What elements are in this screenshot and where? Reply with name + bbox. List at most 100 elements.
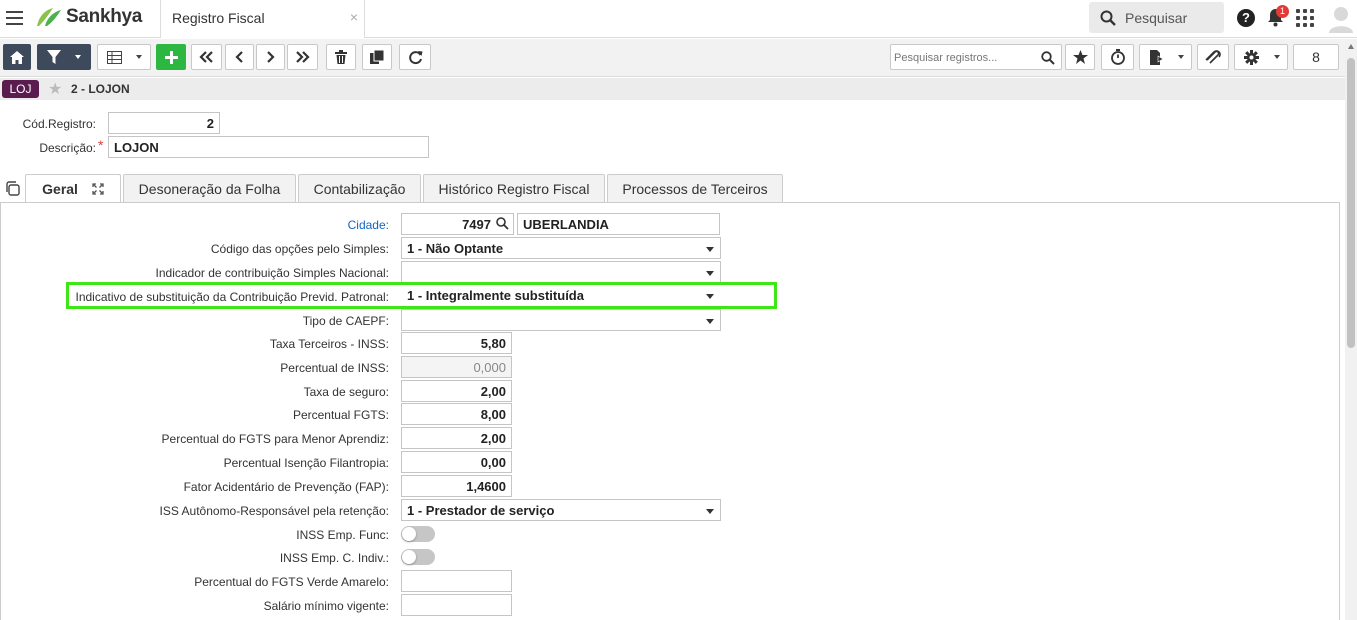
first-record-button[interactable] (191, 44, 222, 70)
home-button[interactable] (3, 44, 31, 70)
next-record-button[interactable] (256, 44, 285, 70)
brand-name: Sankhya (66, 6, 143, 27)
home-icon (10, 50, 24, 64)
page-scrollbar[interactable] (1345, 40, 1357, 620)
refresh-icon (408, 50, 422, 64)
record-title: 2 - LOJON (71, 82, 130, 96)
chevron-right-icon (267, 51, 275, 63)
grid-view-button[interactable] (97, 44, 151, 70)
add-record-button[interactable] (156, 44, 186, 70)
salario-label: Salário mínimo vigente: (263, 599, 389, 613)
caepf-select[interactable] (401, 309, 721, 331)
user-avatar-icon[interactable] (1328, 5, 1354, 33)
last-record-button[interactable] (287, 44, 318, 70)
grid-view-dropdown-icon (136, 55, 142, 59)
close-tab-icon[interactable]: × (350, 9, 358, 25)
caepf-label: Tipo de CAEPF: (302, 314, 389, 328)
tab-processos-terceiros[interactable]: Processos de Terceiros (607, 174, 783, 203)
gear-icon (1244, 49, 1259, 65)
cod-registro-label: Cód.Registro: (22, 117, 96, 131)
cidade-name-field: UBERLANDIA (517, 213, 720, 235)
perc-isencao-label: Percentual Isenção Filantropia: (223, 456, 389, 470)
chevron-down-icon (706, 319, 714, 324)
salario-field[interactable] (401, 594, 512, 616)
records-search-placeholder: Pesquisar registros... (894, 52, 998, 64)
scroll-up-arrow-icon[interactable] (1348, 44, 1354, 49)
breadcrumb: LOJ ★ 2 - LOJON (0, 78, 1345, 100)
perc-inss-field: 0,000 (401, 356, 512, 378)
perc-fgts-field[interactable]: 8,00 (401, 403, 512, 425)
inss-indiv-label: INSS Emp. C. Indiv.: (279, 551, 389, 565)
iss-select[interactable]: 1 - Prestador de serviço (401, 499, 721, 521)
descricao-label: Descrição: (39, 141, 96, 155)
page-number-input[interactable]: 8 (1293, 44, 1339, 70)
export-dropdown-icon (1178, 55, 1184, 59)
tab-desoneracao[interactable]: Desoneração da Folha (123, 174, 296, 203)
filter-icon (47, 50, 61, 64)
app-tab[interactable]: Registro Fiscal × (160, 0, 365, 38)
fgts-verde-label: Percentual do FGTS Verde Amarelo: (194, 575, 389, 589)
fap-field[interactable]: 1,4600 (401, 475, 512, 497)
simples-select[interactable]: 1 - Não Optante (401, 237, 721, 259)
tabs-layout-icon[interactable] (5, 181, 20, 196)
sankhya-leaf-icon (37, 8, 61, 26)
tab-bar: Geral Desoneração da Folha Contabilizaçã… (0, 174, 1340, 203)
inss-indiv-toggle[interactable] (401, 549, 435, 565)
inss-func-toggle[interactable] (401, 526, 435, 542)
inss-func-label: INSS Emp. Func: (296, 528, 389, 542)
records-search-input[interactable]: Pesquisar registros... (890, 44, 1062, 70)
tab-geral[interactable]: Geral (25, 174, 121, 203)
top-bar: Sankhya Registro Fiscal × Pesquisar ? 1 (0, 0, 1357, 38)
table-view-icon (107, 50, 122, 64)
simples-label: Código das opções pelo Simples: (210, 242, 389, 256)
global-search-placeholder: Pesquisar (1125, 10, 1188, 26)
toolbar: Pesquisar registros... 8 (0, 39, 1357, 77)
tab-historico[interactable]: Histórico Registro Fiscal (423, 174, 605, 203)
timer-button[interactable] (1101, 44, 1134, 70)
help-icon[interactable]: ? (1237, 9, 1255, 27)
double-chevron-left-icon (199, 51, 213, 63)
descricao-field[interactable]: LOJON (108, 136, 429, 158)
favorite-button[interactable] (1065, 44, 1095, 70)
cidade-label[interactable]: Cidade: (0, 218, 389, 232)
filter-button[interactable] (37, 44, 91, 70)
perc-fgts-label: Percentual FGTS: (292, 408, 389, 422)
previous-record-button[interactable] (225, 44, 254, 70)
app-tab-title: Registro Fiscal (172, 10, 265, 26)
scrollbar-thumb[interactable] (1347, 58, 1355, 348)
required-marker: * (98, 137, 104, 153)
star-icon[interactable]: ★ (48, 79, 62, 99)
settings-button[interactable] (1234, 44, 1288, 70)
indicador-simples-select[interactable] (401, 261, 721, 283)
tab-geral-label: Geral (42, 181, 78, 197)
taxa-seguro-field[interactable]: 2,00 (401, 380, 512, 402)
fap-label: Fator Acidentário de Prevenção (FAP): (183, 480, 389, 494)
iss-value: 1 - Prestador de serviço (407, 503, 555, 518)
hamburger-menu-icon[interactable] (6, 11, 23, 25)
apps-grid-icon[interactable] (1296, 9, 1314, 27)
perc-isencao-field[interactable]: 0,00 (401, 451, 512, 473)
tab-contabilizacao[interactable]: Contabilização (298, 174, 421, 203)
expand-icon[interactable] (92, 183, 104, 195)
taxa-terceiros-field[interactable]: 5,80 (401, 332, 512, 354)
search-icon (1100, 10, 1116, 26)
refresh-button[interactable] (399, 44, 431, 70)
filter-dropdown-icon (75, 55, 81, 59)
duplicate-button[interactable] (362, 44, 392, 70)
attachment-button[interactable] (1197, 44, 1229, 70)
star-icon (1072, 50, 1088, 64)
perc-fgts-menor-label: Percentual do FGTS para Menor Aprendiz: (161, 432, 389, 446)
search-icon[interactable] (496, 217, 509, 230)
settings-dropdown-icon (1274, 55, 1280, 59)
chevron-down-icon (706, 271, 714, 276)
copy-icon (370, 50, 384, 64)
perc-fgts-menor-field[interactable]: 2,00 (401, 427, 512, 449)
brand-logo[interactable]: Sankhya (35, 6, 142, 28)
fgts-verde-field[interactable] (401, 570, 512, 592)
delete-button[interactable] (326, 44, 356, 70)
chevron-down-icon (706, 509, 714, 514)
cod-registro-field[interactable]: 2 (108, 112, 220, 134)
export-button[interactable] (1139, 44, 1192, 70)
chevron-down-icon (706, 247, 714, 252)
global-search[interactable]: Pesquisar (1089, 2, 1224, 33)
